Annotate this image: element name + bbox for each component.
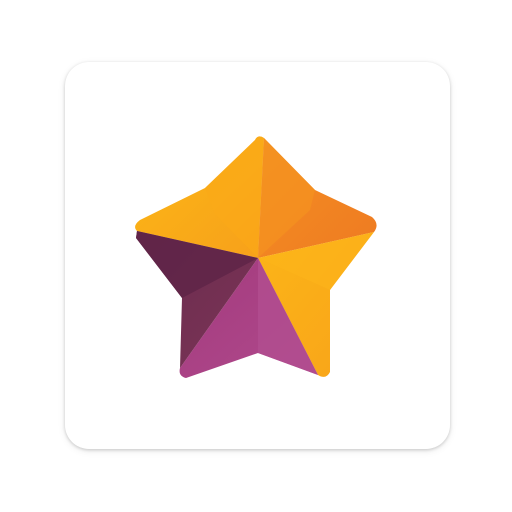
star-logo-icon [135,136,377,378]
app-icon-stage [0,0,512,512]
